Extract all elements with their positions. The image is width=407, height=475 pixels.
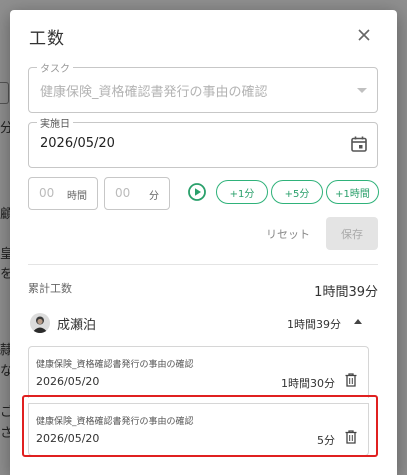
calendar-icon[interactable] (350, 135, 368, 153)
background-text: 皇 (0, 247, 14, 262)
trash-icon[interactable] (345, 373, 357, 387)
minutes-placeholder: 00 (115, 186, 131, 200)
date-value: 2026/05/20 (40, 136, 115, 151)
work-hours-dialog: 工数 タスク 健康保険_資格確認書発行の事由の確認 実施日 2026/05/20… (10, 10, 397, 475)
background-text: さ (0, 426, 14, 441)
background-text: な (0, 364, 14, 379)
play-timer-icon[interactable] (187, 182, 207, 202)
background-text: 隷 (0, 343, 14, 358)
add-1-minute-button[interactable]: +1分 (216, 180, 268, 204)
highlight-annotation (22, 395, 378, 457)
user-name: 成瀬泊 (57, 318, 97, 333)
background-text: を (0, 267, 14, 282)
user-total-hours: 1時間39分 (287, 318, 341, 331)
list-item: 健康保険_資格確認書発行の事由の確認 2026/05/20 1時間30分 (28, 346, 369, 398)
minutes-unit: 分 (149, 191, 159, 202)
divider (28, 264, 378, 265)
background-text: 分 (0, 121, 14, 136)
save-button[interactable]: 保存 (326, 217, 378, 250)
task-value: 健康保険_資格確認書発行の事由の確認 (40, 85, 268, 100)
task-select[interactable]: タスク 健康保険_資格確認書発行の事由の確認 (28, 60, 378, 113)
dropdown-arrow-icon (357, 88, 367, 93)
add-5-minutes-button[interactable]: +5分 (271, 180, 323, 204)
dialog-title: 工数 (29, 29, 65, 49)
collapse-arrow-icon[interactable] (354, 319, 362, 324)
entry-date: 2026/05/20 (36, 375, 100, 388)
total-hours-label: 累計工数 (28, 282, 72, 295)
hours-placeholder: 00 (39, 186, 55, 200)
date-label: 実施日 (37, 115, 73, 130)
avatar (30, 313, 50, 333)
task-label: タスク (37, 60, 73, 75)
background-control-edge (0, 82, 9, 104)
date-field[interactable]: 実施日 2026/05/20 (28, 115, 378, 168)
add-1-hour-button[interactable]: +1時間 (326, 180, 379, 204)
hours-unit: 時間 (67, 191, 87, 202)
close-icon[interactable] (355, 26, 373, 44)
entry-task: 健康保険_資格確認書発行の事由の確認 (36, 360, 194, 370)
total-hours-value: 1時間39分 (314, 285, 378, 300)
entry-duration: 1時間30分 (281, 377, 335, 390)
hours-input[interactable]: 00 時間 (28, 177, 98, 210)
background-text: 顧 (0, 207, 14, 222)
background-text: ご (0, 405, 14, 420)
reset-button[interactable]: リセット (266, 226, 310, 242)
minutes-input[interactable]: 00 分 (104, 177, 170, 210)
